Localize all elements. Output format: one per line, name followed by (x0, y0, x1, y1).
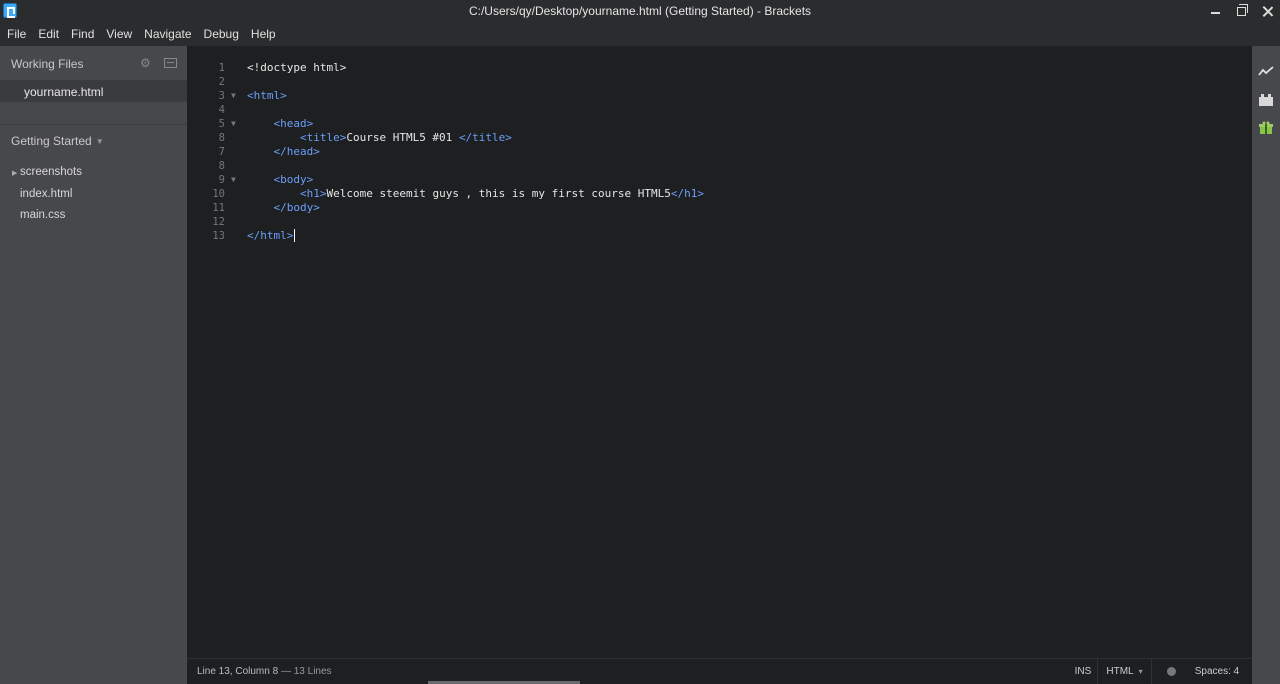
line-count: — 13 Lines (278, 666, 332, 677)
fold-marker-icon[interactable]: ▼ (231, 89, 236, 103)
line-number: 5 (218, 118, 225, 130)
right-toolbar (1252, 46, 1280, 684)
sidebar: Working Files ⚙ yourname.html Getting St… (0, 46, 187, 684)
code-text: <h1>Welcome steemit guys , this is my fi… (299, 187, 704, 200)
split-view-icon[interactable] (164, 58, 177, 68)
cursor-position: Line 13, Column 8 — 13 Lines (197, 666, 332, 677)
code-text: </head> (273, 145, 320, 158)
line-number: 13 (212, 230, 225, 242)
code-line[interactable]: 10 <h1>Welcome steemit guys , this is my… (187, 187, 1252, 201)
gift-icon[interactable] (1258, 121, 1274, 135)
restore-icon (1236, 3, 1248, 16)
close-icon (1262, 6, 1273, 17)
status-bar: Line 13, Column 8 — 13 Lines INS HTML ▾ S… (187, 658, 1252, 684)
working-files-header: Working Files (11, 57, 84, 71)
code-text: <title>Course HTML5 #01 </title> (299, 131, 512, 144)
lint-status-icon (1167, 667, 1176, 676)
close-button[interactable] (1254, 0, 1280, 22)
code-line[interactable]: 5 ▼ <head> (187, 117, 1252, 131)
code-line[interactable]: 3 ▼ <html> (187, 89, 1252, 103)
window-controls (1202, 0, 1280, 22)
menu-bar: File Edit Find View Navigate Debug Help (0, 22, 1280, 46)
code-line[interactable]: 1 <!doctype html> (187, 61, 1252, 75)
gear-icon[interactable]: ⚙ (140, 57, 152, 69)
line-number: 12 (212, 216, 225, 228)
line-number: 8 (218, 132, 225, 144)
sidebar-divider (0, 124, 187, 125)
project-dropdown[interactable]: Getting Started ▼ (11, 134, 104, 148)
minimize-button[interactable] (1202, 0, 1228, 22)
code-line[interactable]: 11 </body> (187, 201, 1252, 215)
code-line[interactable]: 7 </head> (187, 145, 1252, 159)
code-editor[interactable]: 1 <!doctype html> 2 3 ▼ <html> 4 5 ▼ <head> 8 <ti… (187, 46, 1252, 658)
code-line[interactable]: 8 (187, 159, 1252, 173)
menu-navigate[interactable]: Navigate (138, 27, 197, 41)
code-line[interactable]: 12 (187, 215, 1252, 229)
fold-marker-icon[interactable]: ▼ (231, 117, 236, 131)
language-selector[interactable]: HTML ▾ (1097, 659, 1151, 684)
tree-file-index[interactable]: index.html (20, 188, 72, 200)
line-number: 2 (218, 76, 225, 88)
code-line[interactable]: 4 (187, 103, 1252, 117)
code-text: <!doctype html> (247, 61, 347, 74)
line-number: 9 (218, 174, 225, 186)
restore-button[interactable] (1228, 0, 1254, 22)
code-text: </html> (247, 229, 296, 242)
cursor-line-column: Line 13, Column 8 (197, 666, 279, 677)
extension-manager-icon[interactable] (1258, 93, 1274, 107)
code-line[interactable]: 8 <title>Course HTML5 #01 </title> (187, 131, 1252, 145)
window-title: C:/Users/qy/Desktop/yourname.html (Getti… (468, 4, 812, 18)
code-text: </body> (273, 201, 320, 214)
line-number: 10 (212, 188, 225, 200)
line-number: 4 (218, 104, 225, 116)
menu-file[interactable]: File (0, 27, 32, 41)
line-number: 11 (212, 202, 225, 214)
chevron-down-icon: ▾ (1138, 667, 1143, 676)
menu-find[interactable]: Find (65, 27, 100, 41)
fold-marker-icon[interactable]: ▼ (231, 173, 236, 187)
line-number: 7 (218, 146, 225, 158)
language-label: HTML (1106, 666, 1134, 677)
menu-view[interactable]: View (100, 27, 138, 41)
title-bar: C:/Users/qy/Desktop/yourname.html (Getti… (0, 0, 1280, 22)
code-text: <html> (247, 89, 287, 102)
code-text: <head> (273, 117, 314, 130)
live-preview-icon[interactable] (1258, 64, 1274, 78)
project-label: Getting Started (11, 134, 92, 148)
menu-debug[interactable]: Debug (198, 27, 245, 41)
tree-folder-screenshots[interactable]: screenshots (20, 166, 82, 178)
chevron-down-icon: ▼ (95, 137, 104, 147)
working-file-item[interactable]: yourname.html (0, 80, 187, 102)
menu-edit[interactable]: Edit (32, 27, 65, 41)
minimize-icon (1210, 12, 1220, 14)
code-line[interactable]: 2 (187, 75, 1252, 89)
working-file-label: yourname.html (24, 85, 104, 99)
line-number: 8 (218, 160, 225, 172)
insert-mode-toggle[interactable]: INS (1071, 659, 1095, 684)
menu-help[interactable]: Help (245, 27, 282, 41)
indent-settings[interactable]: Spaces: 4 (1191, 659, 1243, 684)
line-number: 1 (218, 62, 225, 74)
code-line[interactable]: 9 ▼ <body> (187, 173, 1252, 187)
code-text: <body> (273, 173, 314, 186)
tree-file-main-css[interactable]: main.css (20, 209, 65, 221)
line-number: 3 (218, 90, 225, 102)
linter-status[interactable] (1151, 659, 1191, 684)
code-line[interactable]: 13 </html> (187, 229, 1252, 243)
folder-collapsed-icon[interactable]: ▶ (12, 169, 17, 177)
